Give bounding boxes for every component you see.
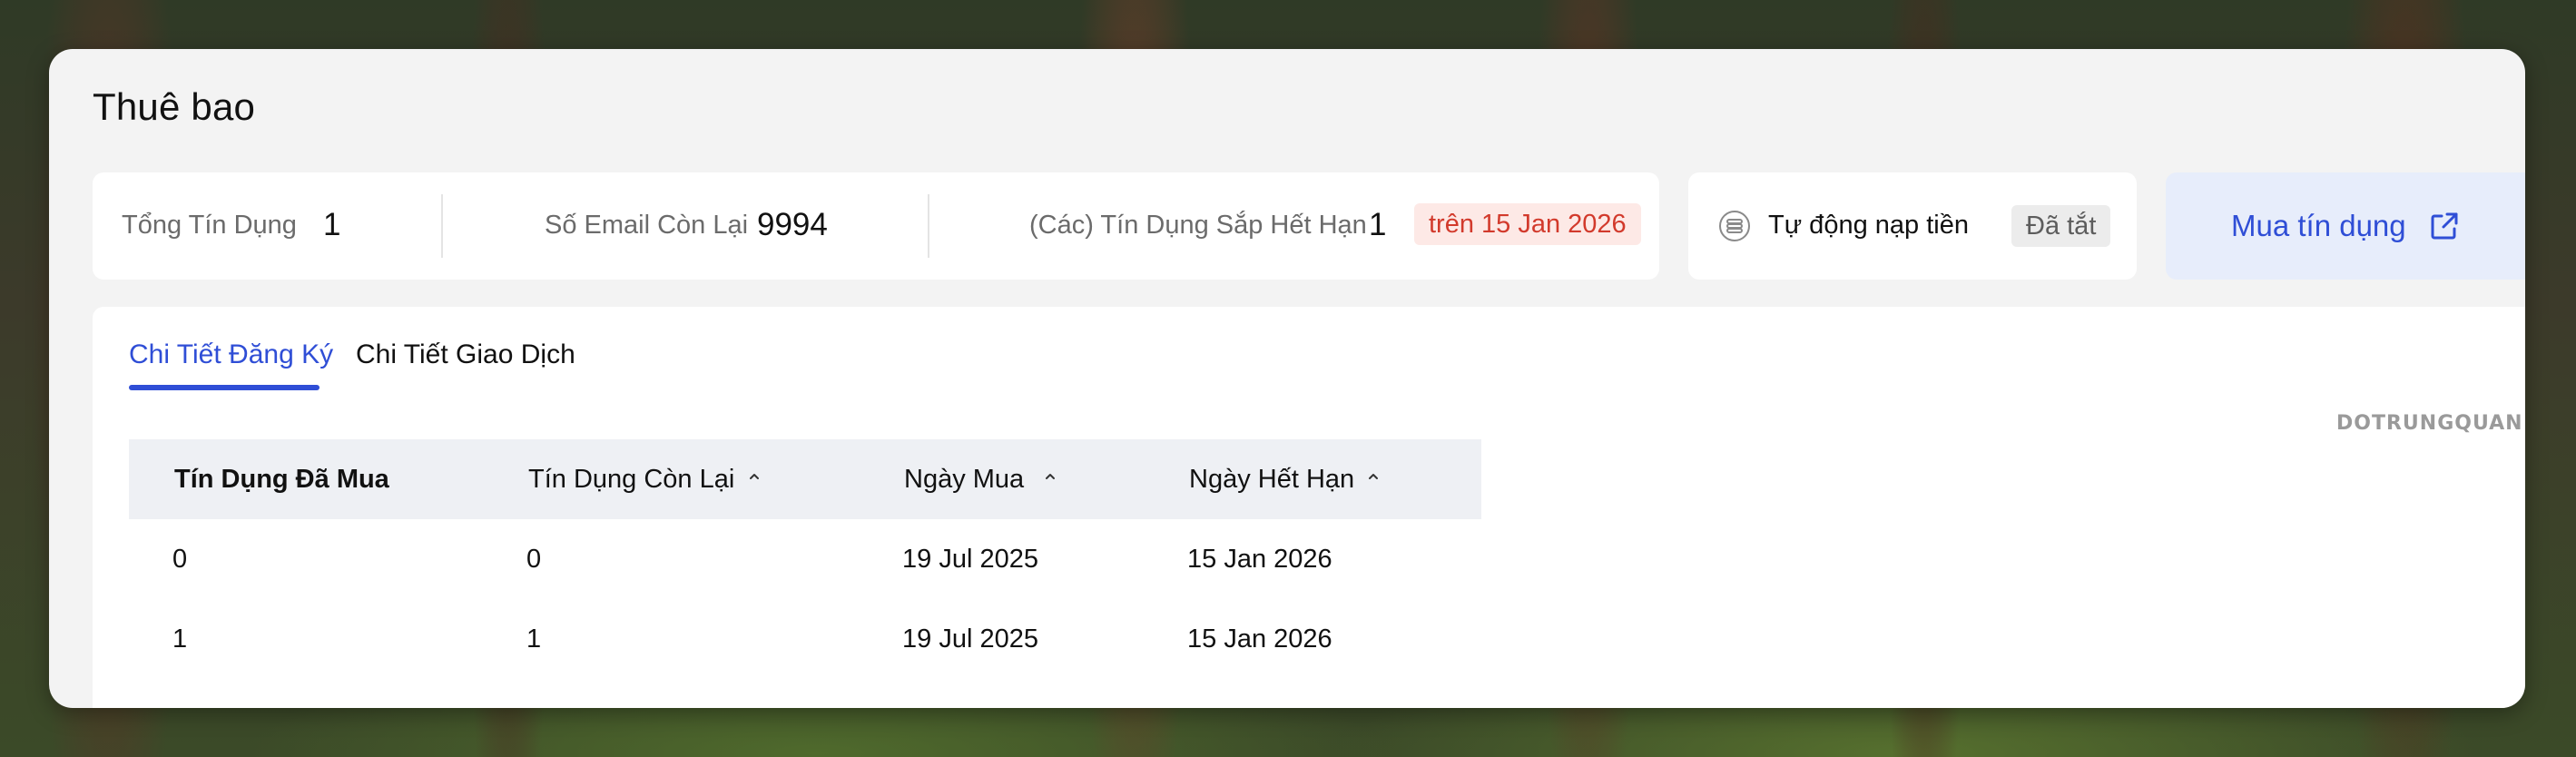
column-header-expiry-date[interactable]: Ngày Hết Hạn [1189, 465, 1354, 495]
active-tab-indicator [129, 385, 320, 390]
subscription-card: Thuê bao Tổng Tín Dụng 1 Số Email Còn Lạ… [49, 49, 2525, 708]
stat-divider [441, 194, 443, 258]
expiring-credit-label: (Các) Tín Dụng Sắp Hết Hạn [1029, 211, 1367, 240]
sort-ascending-icon[interactable] [746, 470, 762, 483]
cell-purchase-date: 19 Jul 2025 [902, 545, 1038, 574]
tab-transaction-details[interactable]: Chi Tiết Giao Dịch [356, 339, 575, 370]
details-panel: Chi Tiết Đăng Ký Chi Tiết Giao Dịch DOTR… [93, 307, 2525, 708]
column-header-credits-remaining[interactable]: Tín Dụng Còn Lại [528, 465, 734, 495]
credit-stats-bar: Tổng Tín Dụng 1 Số Email Còn Lại 9994 (C… [93, 172, 1659, 280]
emails-left-value: 9994 [757, 207, 828, 242]
total-credit-value: 1 [323, 207, 341, 242]
cell-credits-remaining: 1 [526, 624, 542, 654]
stat-divider [928, 194, 929, 258]
auto-topup-panel[interactable]: Tự động nạp tiền Đã tắt [1688, 172, 2137, 280]
total-credit-label: Tổng Tín Dụng [122, 211, 297, 240]
expiring-credit-value: 1 [1369, 207, 1387, 242]
coins-icon [1719, 211, 1750, 241]
table-header: Tín Dụng Đã Mua Tín Dụng Còn Lại Ngày Mu… [129, 439, 1481, 519]
buy-credits-label: Mua tín dụng [2231, 209, 2406, 242]
cell-purchase-date: 19 Jul 2025 [902, 624, 1038, 654]
table-row: 1 1 19 Jul 2025 15 Jan 2026 [129, 599, 1481, 679]
sort-ascending-icon[interactable] [1365, 470, 1381, 483]
external-link-icon [2431, 212, 2458, 240]
cell-credits-remaining: 0 [526, 545, 542, 574]
expiry-date-badge: trên 15 Jan 2026 [1414, 203, 1641, 245]
cell-credits-purchased: 0 [172, 545, 188, 574]
cell-credits-purchased: 1 [172, 624, 188, 654]
column-header-purchase-date[interactable]: Ngày Mua [904, 465, 1024, 495]
cell-expiry-date: 15 Jan 2026 [1187, 624, 1332, 654]
watermark-logo: DOTRUNGQUAN [2336, 412, 2523, 435]
buy-credits-button[interactable]: Mua tín dụng [2166, 172, 2525, 280]
emails-left-label: Số Email Còn Lại [545, 211, 749, 240]
table-row: 0 0 19 Jul 2025 15 Jan 2026 [129, 519, 1481, 599]
auto-topup-label: Tự động nạp tiền [1768, 211, 1969, 240]
column-header-credits-purchased: Tín Dụng Đã Mua [174, 465, 389, 494]
cell-expiry-date: 15 Jan 2026 [1187, 545, 1332, 574]
tab-subscription-details[interactable]: Chi Tiết Đăng Ký [129, 339, 333, 370]
page-title: Thuê bao [93, 85, 256, 128]
auto-topup-status-badge[interactable]: Đã tắt [2011, 205, 2111, 247]
sort-ascending-icon[interactable] [1042, 470, 1058, 483]
